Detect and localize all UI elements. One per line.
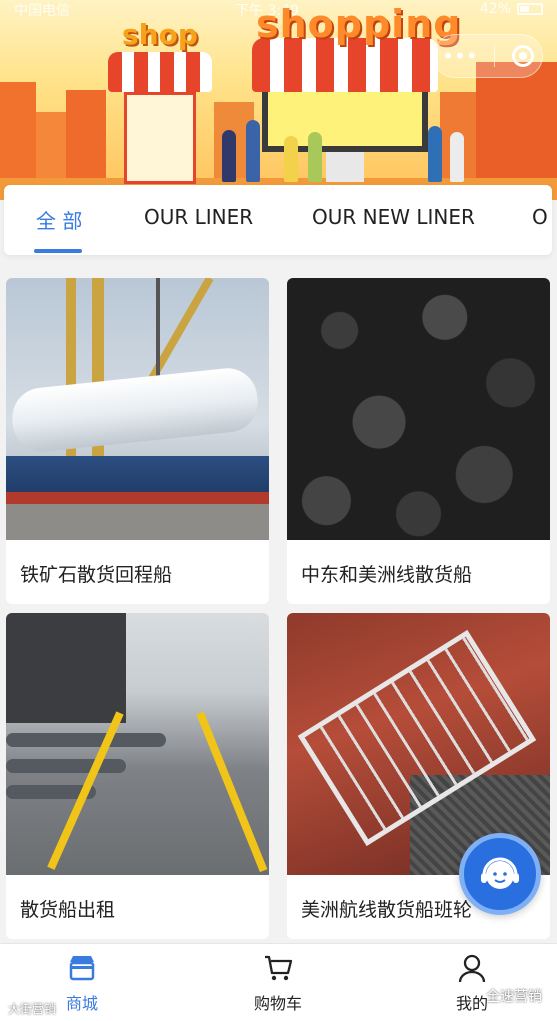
carrier-label: 中国电信 [14, 3, 70, 19]
active-tab-indicator [34, 249, 82, 253]
product-title: 铁矿石散货回程船 [20, 564, 173, 586]
person-figure [428, 126, 442, 182]
miniprogram-capsule: ••• [433, 34, 543, 78]
header-banner: 中国电信 下午 3:49 42% shop shopping ••• [0, 0, 557, 200]
watermark-left: 大街营销 [8, 1002, 57, 1016]
customer-service-button[interactable] [459, 833, 541, 915]
product-card[interactable]: 铁矿石散货回程船 [6, 278, 269, 604]
store-icon [69, 956, 95, 981]
tab-overflow[interactable]: O [532, 205, 548, 229]
shop-awning [108, 52, 212, 92]
tab-our-new-liner[interactable]: OUR NEW LINER [312, 205, 475, 229]
tab-all[interactable]: 全 部 [36, 205, 82, 234]
person-figure [246, 120, 260, 182]
tabbar-label: 购物车 [253, 994, 302, 1013]
tab-our-liner[interactable]: OUR LINER [144, 205, 253, 229]
cart-icon [265, 955, 293, 981]
shop-title: shop [122, 18, 198, 51]
shopping-awning [252, 38, 438, 92]
battery-icon [517, 3, 543, 15]
user-icon [458, 954, 486, 983]
customer-service-icon [481, 857, 519, 889]
more-dots-icon[interactable]: ••• [442, 44, 477, 68]
tabbar-item-cart[interactable]: 购物车 [218, 944, 338, 1021]
category-tabs: 全 部 OUR LINER OUR NEW LINER O [4, 185, 552, 255]
product-card[interactable]: 散货船出租 [6, 613, 269, 939]
target-close-icon[interactable] [511, 45, 534, 67]
product-image [287, 278, 550, 540]
watermark-right: 全速营销 [486, 989, 542, 1005]
person-figure [222, 130, 236, 182]
person-figure [450, 132, 464, 182]
product-title: 中东和美洲线散货船 [301, 564, 473, 586]
product-card[interactable]: 中东和美洲线散货船 [287, 278, 550, 604]
battery-percent: 42% [479, 1, 511, 17]
bottom-tabbar: 商城 购物车 我的 [0, 943, 557, 1021]
shopping-title: shopping [256, 2, 462, 46]
product-image [6, 613, 269, 875]
product-image [6, 278, 269, 540]
person-figure [308, 132, 322, 182]
product-title: 散货船出租 [20, 899, 116, 921]
person-figure [284, 136, 298, 182]
tabbar-item-profile[interactable]: 我的 [412, 944, 532, 1021]
shop-booth [124, 92, 196, 184]
